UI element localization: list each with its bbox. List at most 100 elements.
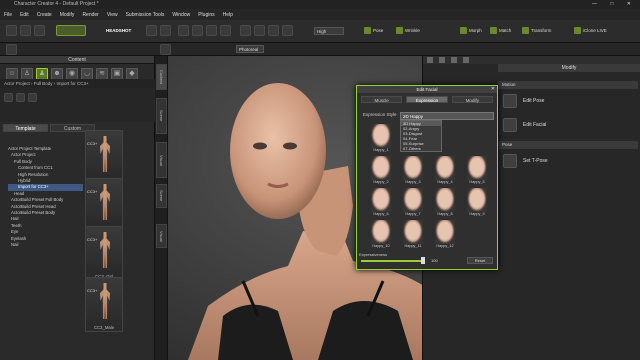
expressiveness-slider[interactable] xyxy=(361,260,423,262)
transform-button[interactable]: Transform xyxy=(522,26,551,35)
tpose-label[interactable]: Set T-Pose xyxy=(523,158,548,164)
wrinkle-button[interactable]: Wrinkle xyxy=(396,26,420,35)
light-icon[interactable] xyxy=(160,44,171,55)
tab-modify[interactable]: Modify xyxy=(451,96,493,103)
move-icon[interactable] xyxy=(192,25,203,36)
tab-template[interactable]: Template xyxy=(3,124,48,132)
menu-bar: File Edit Create Modify Render View Subm… xyxy=(0,9,640,20)
tpose-icon[interactable] xyxy=(503,154,517,168)
orbit-icon[interactable] xyxy=(282,25,293,36)
quality-select[interactable]: High xyxy=(314,27,344,35)
folder-up-icon[interactable] xyxy=(28,93,37,102)
expression-thumb[interactable] xyxy=(371,124,391,148)
expression-thumb[interactable] xyxy=(403,188,423,212)
expression-thumb[interactable] xyxy=(435,220,455,244)
menu-submission-tools[interactable]: Submission Tools xyxy=(126,12,165,18)
pose-button[interactable]: Pose xyxy=(364,26,383,35)
figure-icon xyxy=(100,184,110,220)
breadcrumb[interactable]: Actor Project › Full Body › Import for C… xyxy=(0,79,155,88)
expression-thumb[interactable] xyxy=(467,188,487,212)
figure-icon xyxy=(100,232,110,268)
expression-thumb[interactable] xyxy=(467,156,487,180)
select-icon[interactable] xyxy=(178,25,189,36)
undo-icon[interactable] xyxy=(146,25,157,36)
motion-edit-icon[interactable] xyxy=(439,57,445,63)
expression-thumb[interactable] xyxy=(435,188,455,212)
material-icon[interactable] xyxy=(463,57,469,63)
expression-label: Happy_1 xyxy=(373,148,389,152)
thumb-label: CC3_Male xyxy=(86,324,122,331)
expressiveness-label: Expressiveness xyxy=(359,252,388,257)
side-tab-scene[interactable]: Scene xyxy=(156,98,167,134)
window-controls[interactable]: — □ ✕ xyxy=(592,0,637,9)
thumb-image: CC3+ xyxy=(86,179,122,225)
menu-help[interactable]: Help xyxy=(223,12,233,18)
home-icon[interactable] xyxy=(6,44,17,55)
edit-pose-icon[interactable] xyxy=(503,94,517,108)
menu-window[interactable]: Window xyxy=(172,12,190,18)
expressiveness-value[interactable]: 100 xyxy=(431,258,438,263)
save-icon[interactable] xyxy=(34,25,45,36)
expression-label: Happy_10 xyxy=(372,244,390,248)
morph-icon xyxy=(460,27,467,35)
cc-tag: CC3+ xyxy=(87,237,98,242)
motion-section-header[interactable]: Motion xyxy=(498,81,638,89)
back-icon[interactable] xyxy=(4,93,13,102)
forward-icon[interactable] xyxy=(16,93,25,102)
expression-thumb[interactable] xyxy=(435,156,455,180)
dialog-tabs: Muscle Expression Modify xyxy=(357,93,497,106)
tree-item[interactable]: Nail xyxy=(8,242,83,248)
edit-facial-label[interactable]: Edit Facial xyxy=(523,122,546,128)
render-preset-select[interactable]: Photoreal xyxy=(236,45,264,53)
menu-view[interactable]: View xyxy=(107,12,118,18)
scale-icon[interactable] xyxy=(220,25,231,36)
menu-create[interactable]: Create xyxy=(37,12,52,18)
style-option[interactable]: 07-Others xyxy=(401,146,441,151)
smart-gallery-icon[interactable] xyxy=(56,25,86,36)
redo-icon[interactable] xyxy=(160,25,171,36)
side-tab-content[interactable]: Content xyxy=(156,64,167,90)
close-icon[interactable]: ✕ xyxy=(491,86,495,93)
match-button[interactable]: Match xyxy=(490,26,511,35)
side-tab-visual[interactable]: Visual xyxy=(156,142,167,178)
open-icon[interactable] xyxy=(20,25,31,36)
pan-icon[interactable] xyxy=(268,25,279,36)
expression-thumb[interactable] xyxy=(371,188,391,212)
cc-tag: CC3+ xyxy=(87,189,98,194)
reset-button[interactable]: Reset xyxy=(467,257,493,264)
expression-thumb[interactable] xyxy=(403,156,423,180)
new-project-icon[interactable] xyxy=(6,25,17,36)
menu-modify[interactable]: Modify xyxy=(60,12,75,18)
morph-button[interactable]: Morph xyxy=(460,26,482,35)
rotate-icon[interactable] xyxy=(206,25,217,36)
menu-file[interactable]: File xyxy=(4,12,12,18)
expression-label: Happy_5 xyxy=(469,180,485,184)
menu-edit[interactable]: Edit xyxy=(20,12,29,18)
iclone-live-button[interactable]: iClone LIVE xyxy=(574,26,607,35)
headshot-label[interactable]: HEADSHOT xyxy=(106,26,131,35)
expression-thumb[interactable] xyxy=(371,220,391,244)
expression-style-select[interactable]: 2D Happy xyxy=(400,112,494,120)
expression-thumb[interactable] xyxy=(403,220,423,244)
thumb-cc3-male[interactable]: CC3+ CC3_Male xyxy=(85,277,123,332)
menu-render[interactable]: Render xyxy=(82,12,98,18)
main-toolbar: HEADSHOT High Pose Wrinkle Morph Match T… xyxy=(0,20,640,43)
morph-edit-icon[interactable] xyxy=(451,57,457,63)
side-tab-visual-2[interactable]: Visual xyxy=(156,224,167,248)
edit-pose-label[interactable]: Edit Pose xyxy=(523,98,544,104)
tab-muscle[interactable]: Muscle xyxy=(361,96,403,103)
thumb-cc3-girl[interactable]: CC3+ CC3_Girl xyxy=(85,226,123,281)
slider-handle[interactable] xyxy=(421,257,425,264)
menu-plugins[interactable]: Plugins xyxy=(198,12,214,18)
zoom-icon[interactable] xyxy=(254,25,265,36)
side-tab-scene-2[interactable]: Scene xyxy=(156,184,167,208)
thumb-cc3-base-male[interactable]: CC3+ CC3_Base Male xyxy=(85,178,123,233)
modify-panel-title: Modify xyxy=(498,64,640,72)
pose-section-header[interactable]: Pose xyxy=(498,141,638,149)
camera-icon[interactable] xyxy=(240,25,251,36)
expression-label: Happy_7 xyxy=(405,212,421,216)
expression-thumb[interactable] xyxy=(371,156,391,180)
attribute-icon[interactable] xyxy=(427,57,433,63)
tab-expression[interactable]: Expression xyxy=(406,96,448,103)
edit-facial-icon[interactable] xyxy=(503,118,517,132)
